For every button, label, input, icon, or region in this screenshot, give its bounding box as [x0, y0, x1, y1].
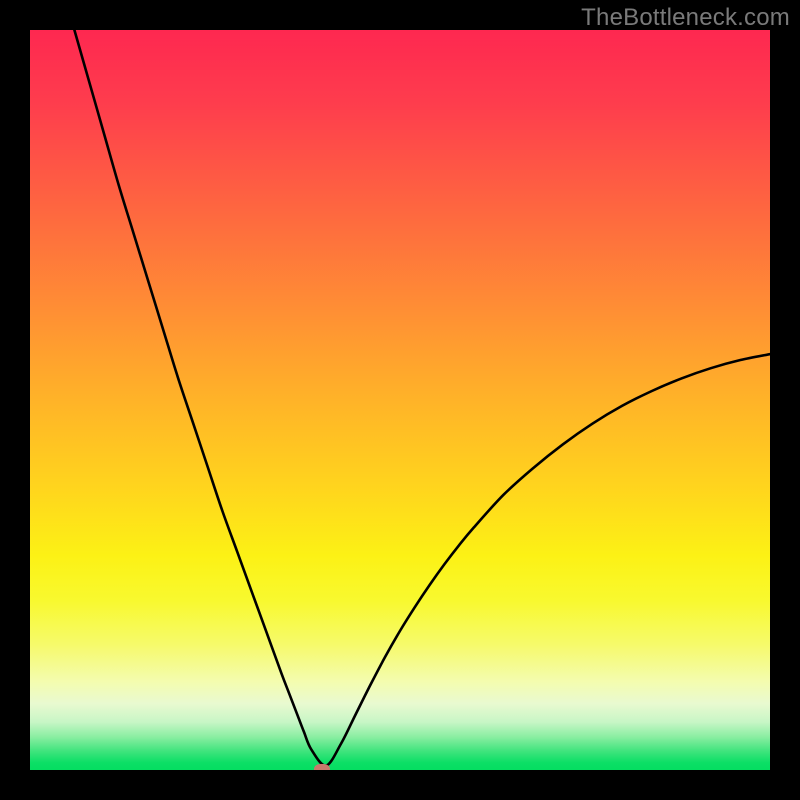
- marker-point: [314, 764, 330, 770]
- watermark-text: TheBottleneck.com: [581, 4, 790, 32]
- plot-area: [30, 30, 770, 770]
- curve-path: [74, 30, 770, 766]
- chart-frame: TheBottleneck.com: [0, 0, 800, 800]
- curve-svg: [30, 30, 770, 770]
